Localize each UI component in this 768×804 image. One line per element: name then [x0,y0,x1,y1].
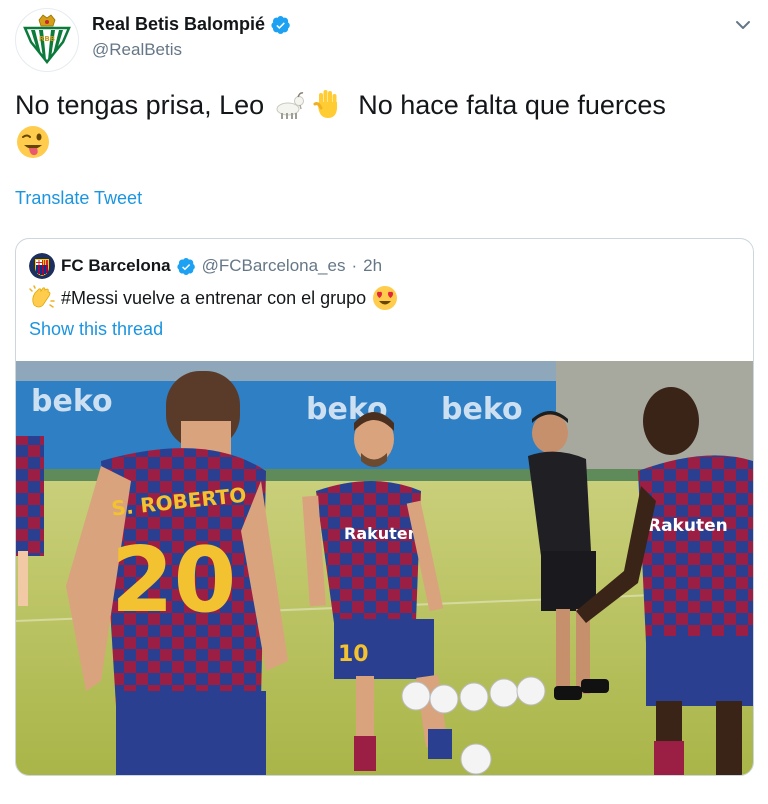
svg-text:RBB: RBB [39,35,55,43]
fc-barcelona-avatar[interactable] [29,253,55,279]
banner-sponsor-text-1: beko [31,384,113,419]
clapping-hands-emoji [29,285,55,308]
time-separator: · [351,256,358,275]
author-avatar[interactable]: RBB [15,8,79,72]
author-name-text: Real Betis Balompié [92,14,266,34]
quoted-tweet-text: #Messi vuelve a entrenar con el grupo [29,285,398,311]
verified-badge-icon [271,15,290,34]
translate-tweet-link[interactable]: Translate Tweet [15,188,142,209]
quoted-tweet[interactable]: FC Barcelona @FCBarcelona_es · 2h #Messi… [15,238,754,776]
real-betis-crest-icon: RBB [23,14,71,65]
author-name[interactable]: Real Betis Balompié [92,14,291,35]
umtiti-shirt-sponsor: Rakuten [648,516,728,536]
tweet-menu-button[interactable] [732,14,754,36]
training-photo[interactable]: beko beko beko S. ROBERTO 20 Rakuten 10 … [16,361,753,775]
chevron-down-icon [736,21,750,29]
show-thread-link[interactable]: Show this thread [29,319,163,340]
goat-emoji [276,92,304,119]
verified-badge-icon [176,257,195,275]
fc-barcelona-crest-icon [29,253,55,279]
tweet-text-part1: No tengas prisa, Leo [15,90,265,120]
quoted-tweet-header: FC Barcelona @FCBarcelona_es · 2h [29,253,382,279]
player-number-print: 20 [111,528,236,633]
heart-eyes-emoji [373,286,398,310]
raised-hand-emoji [313,90,338,118]
quoted-author-name[interactable]: FC Barcelona [61,256,171,276]
tweet-text-part2: No hace falta que fuerces [358,90,666,120]
winking-tongue-emoji [17,126,49,158]
author-handle[interactable]: @RealBetis [92,40,182,60]
quoted-text: #Messi vuelve a entrenar con el grupo [61,287,367,308]
quoted-timestamp[interactable]: 2h [363,256,382,276]
tweet-text: No tengas prisa, Leo No hace falta que f… [15,86,735,164]
messi-number-print: 10 [338,642,369,667]
banner-sponsor-text-3: beko [441,392,523,427]
tweet-card: RBB Real Betis Balompié @RealBetis No te… [0,0,768,804]
quoted-author-handle[interactable]: @FCBarcelona_es [202,256,346,276]
messi-shirt-sponsor: Rakuten [344,524,419,543]
